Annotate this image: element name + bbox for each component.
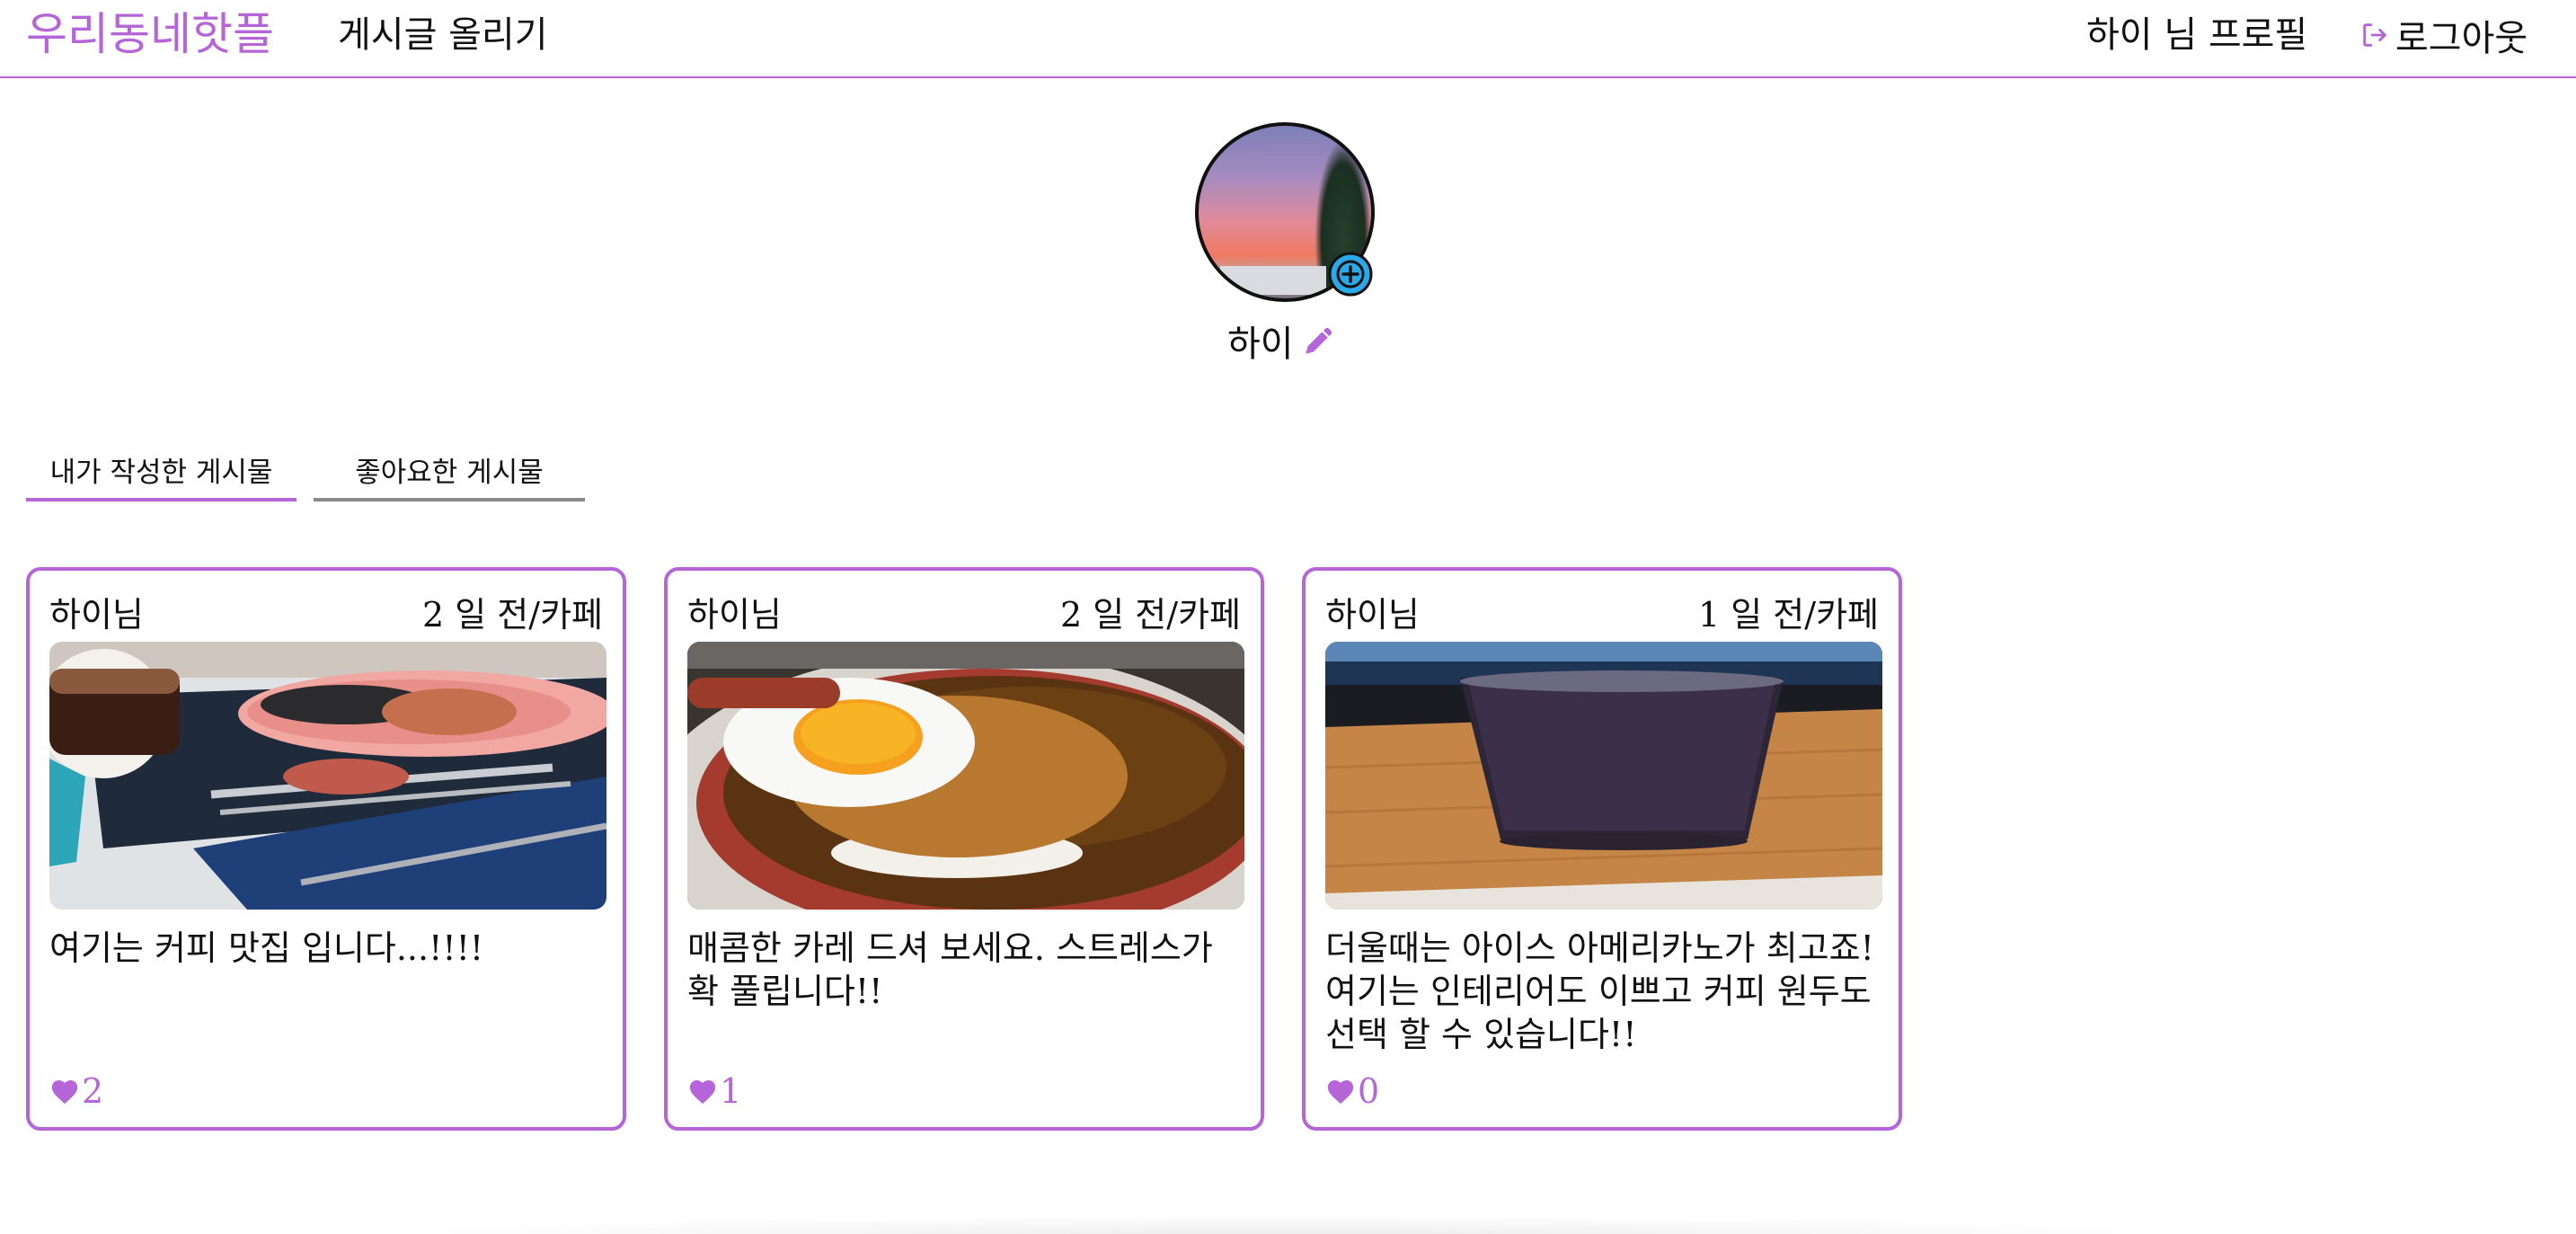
like-count: 2 xyxy=(82,1071,104,1111)
brand-logo[interactable]: 우리동네핫플 xyxy=(26,0,274,77)
post-card[interactable]: 하이님 2 일 전/카페 여기는 커피 맛집 입니다...!!!! 2 xyxy=(26,567,626,1131)
post-photo xyxy=(49,642,606,910)
top-nav: 우리동네핫플 게시글 올리기 하이 님 프로필 로그아웃 xyxy=(0,0,2576,78)
post-meta: 1 일 전/카페 xyxy=(1698,595,1879,635)
logout-button[interactable]: 로그아웃 xyxy=(2359,0,2527,77)
post-content: 더울때는 아이스 아메리카노가 최고죠! 여기는 인테리어도 이쁘고 커피 원두… xyxy=(1325,928,1874,1054)
post-meta: 2 일 전/카페 xyxy=(422,595,603,635)
tab-liked-posts[interactable]: 좋아요한 게시물 xyxy=(314,448,585,502)
pencil-icon[interactable] xyxy=(1299,321,1339,360)
profile-nickname: 하이 xyxy=(1227,316,1339,365)
heart-icon xyxy=(51,1079,78,1105)
tab-my-posts[interactable]: 내가 작성한 게시물 xyxy=(26,448,297,502)
post-meta: 2 일 전/카페 xyxy=(1060,595,1241,635)
post-author: 하이님 xyxy=(687,595,782,635)
like-count: 1 xyxy=(720,1071,742,1111)
post-author: 하이님 xyxy=(1325,595,1420,635)
post-author: 하이님 xyxy=(49,595,144,635)
like-button[interactable]: 2 xyxy=(49,1071,103,1111)
nickname-text: 하이 xyxy=(1227,324,1294,365)
post-content: 매콤한 카레 드셔 보세요. 스트레스가 확 풀립니다!! xyxy=(687,928,1213,1011)
heart-icon xyxy=(689,1079,716,1105)
like-button[interactable]: 0 xyxy=(1325,1071,1379,1111)
profile-avatar-section xyxy=(1195,122,1375,302)
like-button[interactable]: 1 xyxy=(687,1071,741,1111)
post-photo xyxy=(1325,642,1882,910)
create-post-link[interactable]: 게시글 올리기 xyxy=(338,0,548,77)
footer-shadow xyxy=(359,1215,2210,1234)
plus-circle-icon[interactable] xyxy=(1328,252,1373,297)
post-card[interactable]: 하이님 2 일 전/카페 매콤한 카레 드셔 보세요. 스트레스가 확 풀립니다… xyxy=(664,567,1264,1131)
logout-label: 로그아웃 xyxy=(2395,18,2528,59)
post-card[interactable]: 하이님 1 일 전/카페 더울때는 아이스 아메리카노가 최고죠! 여기는 인테… xyxy=(1302,567,1902,1131)
logout-icon xyxy=(2359,4,2390,74)
like-count: 0 xyxy=(1358,1071,1380,1111)
profile-link[interactable]: 하이 님 프로필 xyxy=(2086,0,2307,77)
post-content: 여기는 커피 맛집 입니다...!!!! xyxy=(49,928,484,968)
heart-icon xyxy=(1327,1079,1354,1105)
post-photo xyxy=(687,642,1244,910)
